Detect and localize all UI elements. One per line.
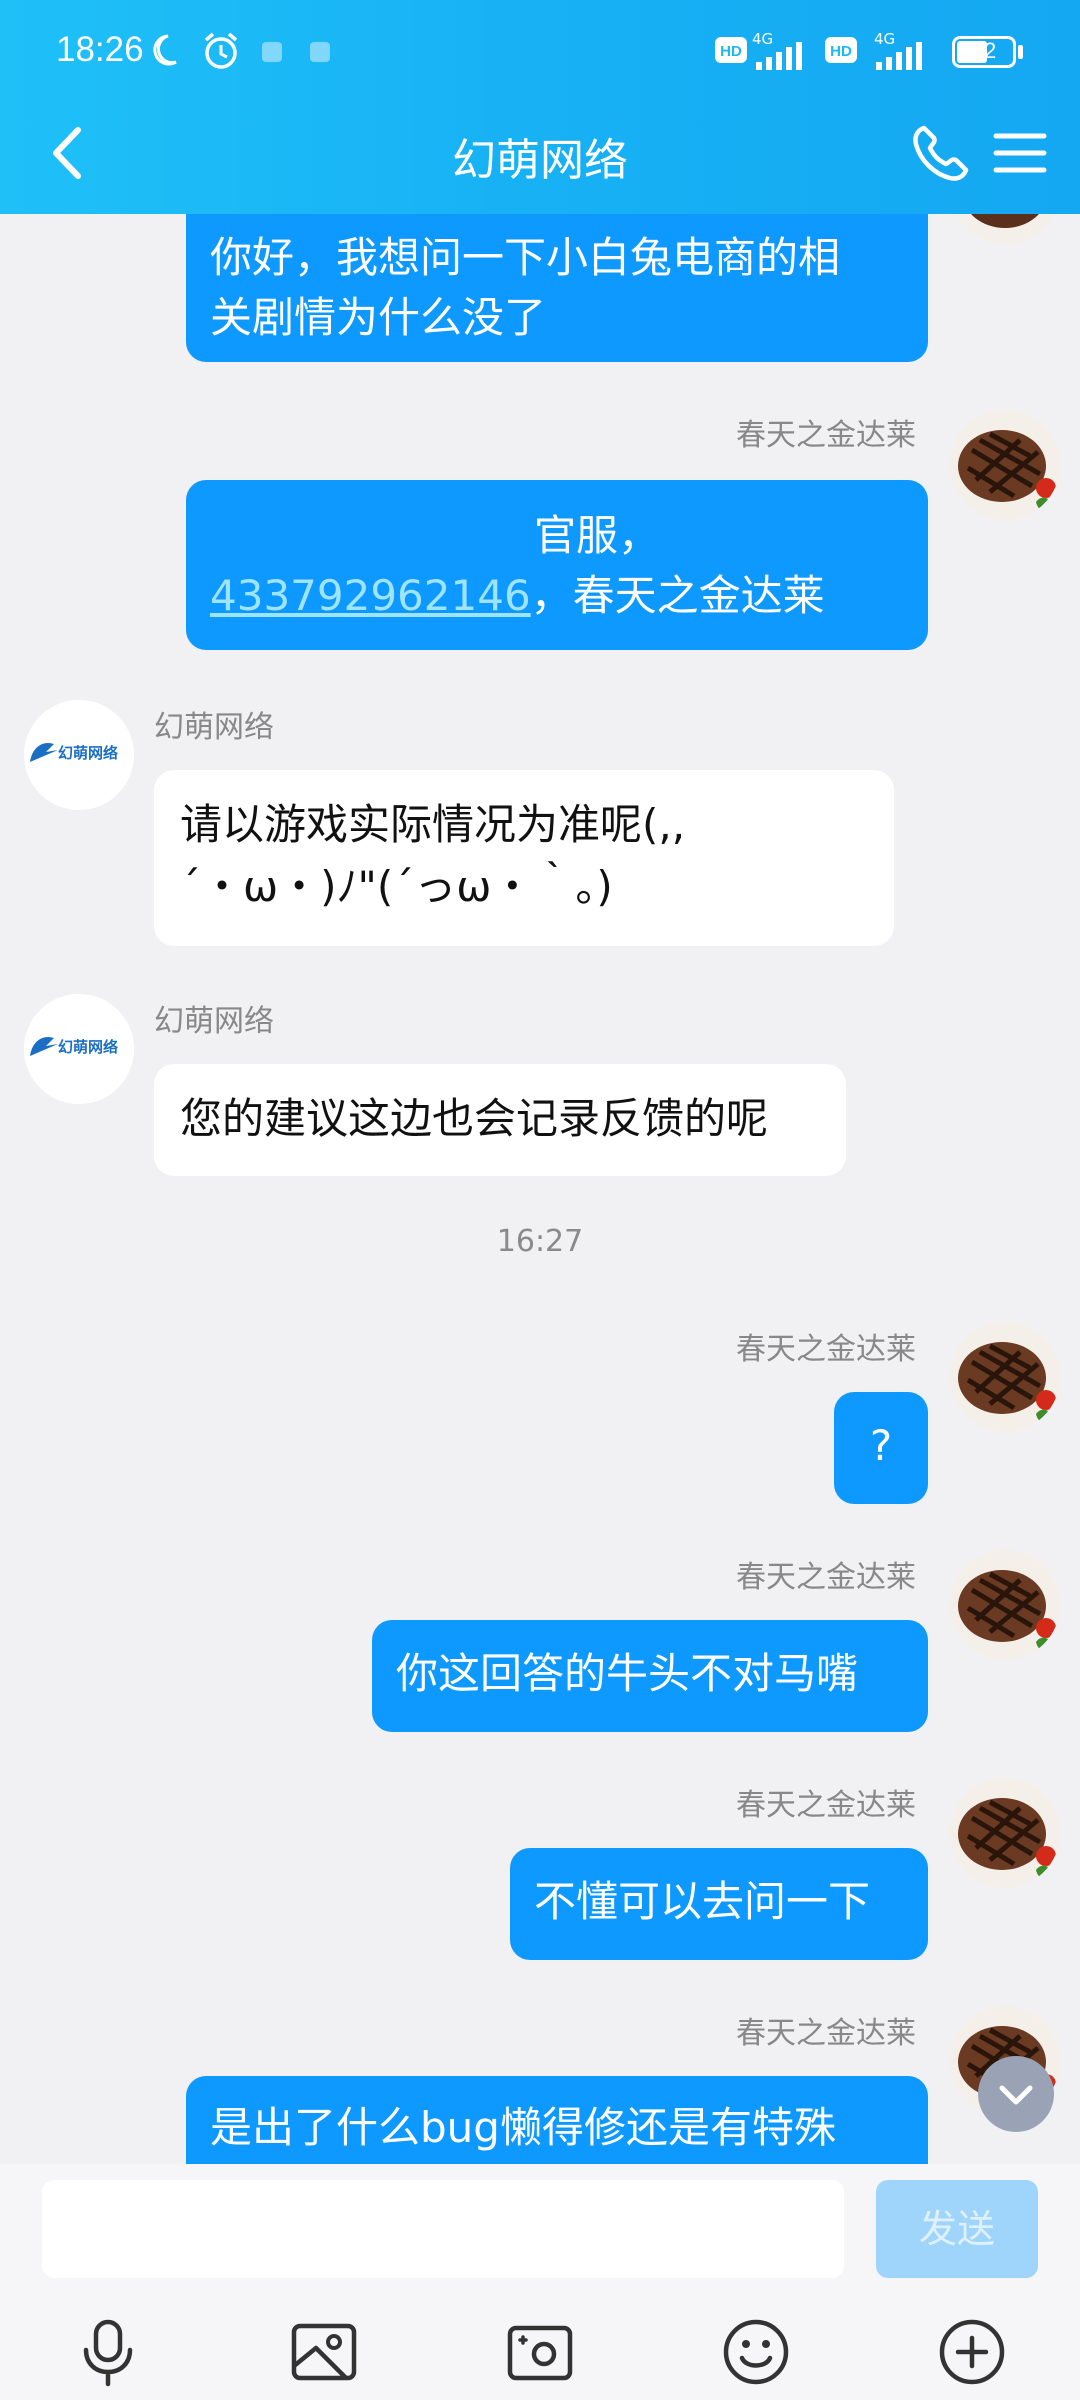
scroll-to-bottom-button[interactable] [978,2056,1054,2132]
company-logo-text: 幻萌网络 [58,1038,118,1056]
message-bubble-received[interactable]: 您的建议这边也会记录反馈的呢 [154,1064,846,1176]
status-bar: 18:26 HD 4G HD 4G 52 [0,0,1080,104]
qq-number-link[interactable]: 433792962146 [210,571,531,620]
message-text: 不懂可以去问一下 [534,1877,871,1926]
sender-name: 春天之金达莱 [736,1332,916,1367]
svg-text:HD: HD [830,43,852,60]
alarm-icon [204,32,238,69]
message-line: 433792962146，春天之金达莱 [210,566,904,626]
message-bubble-sent[interactable]: 官服， 433792962146，春天之金达莱 [186,480,928,650]
company-logo-text: 幻萌网络 [58,744,118,762]
menu-icon[interactable] [990,118,1050,188]
battery-tip [1018,45,1023,59]
phone-icon[interactable] [906,118,976,188]
notification-icon-2 [310,42,330,62]
message-text: 您的建议这边也会记录反馈的呢 [180,1094,769,1143]
signal-icon [756,42,802,70]
microphone-icon[interactable] [70,2314,146,2390]
message-timestamp: 16:27 [496,1224,584,1259]
message-text: 是出了什么bug懒得修还是有特殊 [210,2103,836,2152]
send-button[interactable]: 发送 [876,2180,1038,2278]
message-text: ? [869,1421,893,1470]
steak-avatar-icon [950,1550,1060,1660]
top-bar: 18:26 HD 4G HD 4G 52 幻萌网络 [0,0,1080,214]
hd-icon: HD [715,37,747,63]
avatar-user[interactable] [950,410,1060,520]
steak-avatar-icon [950,1778,1060,1888]
avatar-company[interactable]: 幻萌网络 [24,700,134,810]
message-bubble-sent[interactable]: 不懂可以去问一下 [510,1848,928,1960]
message-text: ´・ω・)ﾉ"(´っω・｀。) [180,862,613,911]
message-bubble-received[interactable]: 请以游戏实际情况为准呢(,, ´・ω・)ﾉ"(´っω・｀。) [154,770,894,946]
avatar-user[interactable] [950,214,1060,244]
steak-avatar-icon [950,410,1060,520]
nav-bar: 幻萌网络 [0,104,1080,214]
company-logo-icon: 幻萌网络 [24,994,134,1104]
sender-name: 春天之金达莱 [736,418,916,453]
camera-icon[interactable] [502,2314,578,2390]
input-bar: 发送 [0,2164,1080,2400]
message-text: 请以游戏实际情况为准呢(,, [180,800,686,849]
message-bubble-sent[interactable]: 你好，我想问一下小白兔电商的相 关剧情为什么没了 [186,214,928,362]
sender-name: 幻萌网络 [154,710,274,745]
message-bubble-sent[interactable]: 是出了什么bug懒得修还是有特殊 [186,2076,928,2164]
signal-icon-2 [876,42,922,70]
message-text: ，春天之金达莱 [530,571,825,620]
sender-name: 幻萌网络 [154,1004,274,1039]
company-logo-icon: 幻萌网络 [24,700,134,810]
image-icon[interactable] [286,2314,362,2390]
emoji-icon[interactable] [718,2314,794,2390]
message-input[interactable] [42,2180,844,2278]
message-text: 官服， [534,511,661,560]
moon-icon [153,34,177,66]
svg-text:HD: HD [720,43,742,60]
plus-icon[interactable] [934,2314,1010,2390]
battery-level: 52 [971,38,997,63]
hd-icon-2: HD [825,37,857,63]
battery-icon: 52 [952,36,1016,68]
chevron-down-icon [999,2085,1033,2105]
notification-icon [262,42,282,62]
steak-avatar-icon [950,1322,1060,1432]
sender-name: 春天之金达莱 [736,1788,916,1823]
avatar-user[interactable] [950,1778,1060,1888]
message-text: 你好，我想问一下小白兔电商的相 [210,233,841,282]
message-bubble-sent[interactable]: ? [834,1392,928,1504]
status-time: 18:26 [56,30,144,69]
message-list[interactable]: 你好，我想问一下小白兔电商的相 关剧情为什么没了 春天之金达莱 官服， 4337… [0,214,1080,2164]
message-text: 关剧情为什么没了 [210,293,547,342]
message-text: 你这回答的牛头不对马嘴 [396,1649,859,1698]
message-bubble-sent[interactable]: 你这回答的牛头不对马嘴 [372,1620,928,1732]
sender-name: 春天之金达莱 [736,2016,916,2051]
avatar-user[interactable] [950,1550,1060,1660]
sender-name: 春天之金达莱 [736,1560,916,1595]
avatar-user[interactable] [950,1322,1060,1432]
steak-avatar-icon [950,214,1060,244]
avatar-company[interactable]: 幻萌网络 [24,994,134,1104]
